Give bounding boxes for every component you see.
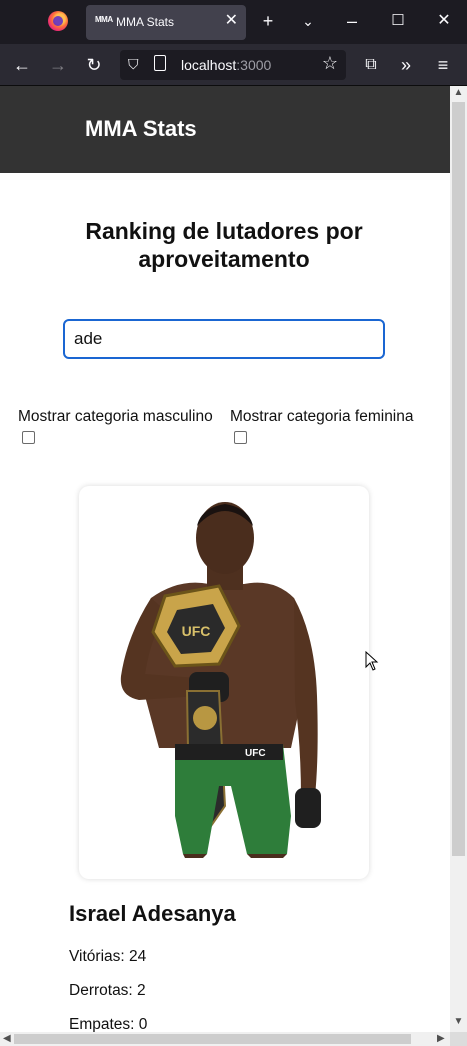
search-input[interactable] [63,319,385,359]
minimize-icon[interactable]: – [338,8,366,34]
browser-tab[interactable]: MMA MMA Stats ✕ [86,5,246,40]
window-close-icon[interactable]: ✕ [430,8,458,34]
fighter-wins: Vitórias: 24 [69,948,147,965]
mouse-cursor-icon [365,651,379,671]
fighter-draws: Empates: 0 [69,1016,148,1032]
tab-close-icon[interactable]: ✕ [225,11,238,31]
url-host: localhost [181,57,237,73]
filter-male-checkbox[interactable] [22,431,35,444]
fighter-losses: Derrotas: 2 [69,982,146,999]
filter-female[interactable]: Mostrar categoria feminina [230,408,414,444]
filter-female-label: Mostrar categoria feminina [230,408,414,425]
vertical-scroll-thumb[interactable] [452,102,465,856]
svg-text:UFC: UFC [182,623,211,639]
arrow-left-icon[interactable]: ← [9,52,35,78]
scroll-right-arrow-icon[interactable]: ▶ [437,1032,445,1046]
scroll-down-arrow-icon[interactable]: ▼ [450,1016,467,1027]
scroll-up-arrow-icon[interactable]: ▲ [450,87,467,98]
maximize-icon[interactable]: ☐ [384,8,412,34]
extensions-icon[interactable]: ⧉ [358,52,384,78]
horizontal-scrollbar[interactable]: ◀ ▶ [0,1032,450,1046]
vertical-scrollbar[interactable]: ▲ ▼ [450,86,467,1032]
overflow-chevrons-icon[interactable]: » [393,52,419,78]
reload-icon[interactable]: ↻ [81,52,107,78]
url-bar[interactable]: ⛉ localhost:3000 ☆ [120,50,346,80]
fighter-photo-card: UFC UFC [79,486,369,879]
arrow-right-icon[interactable]: → [45,52,71,78]
page-heading: Ranking de lutadores por aproveitamento [85,218,363,272]
scrollbar-corner [450,1032,467,1046]
tab-title: MMA Stats [116,15,175,29]
browser-tab-bar: MMA MMA Stats ✕ + ⌄ – ☐ ✕ [0,0,467,44]
new-tab-icon[interactable]: + [254,8,282,34]
star-icon[interactable]: ☆ [322,53,338,74]
url-text[interactable]: localhost:3000 [181,57,271,73]
scroll-left-arrow-icon[interactable]: ◀ [3,1032,11,1046]
fighter-name: Israel Adesanya [69,901,236,926]
shield-icon[interactable]: ⛉ [128,56,139,73]
tab-favicon-icon: MMA [95,15,113,24]
hamburger-menu-icon[interactable]: ≡ [430,52,456,78]
filter-female-checkbox[interactable] [234,431,247,444]
fighter-photo: UFC UFC [120,502,321,858]
url-port: :3000 [236,57,272,73]
page-icon [154,55,166,71]
filter-male[interactable]: Mostrar categoria masculino [18,408,213,444]
browser-nav-bar: ← → ↻ ⛉ localhost:3000 ☆ ⧉ » ≡ [0,44,467,86]
svg-text:UFC: UFC [245,748,266,759]
tab-list-chevron-icon[interactable]: ⌄ [294,8,322,34]
horizontal-scroll-thumb[interactable] [14,1034,411,1044]
site-header: MMA Stats [0,86,450,173]
firefox-logo-icon[interactable] [48,11,68,31]
site-title[interactable]: MMA Stats [85,116,197,142]
page-viewport: MMA Stats Ranking de lutadores por aprov… [0,86,450,1032]
filter-male-label: Mostrar categoria masculino [18,408,213,425]
